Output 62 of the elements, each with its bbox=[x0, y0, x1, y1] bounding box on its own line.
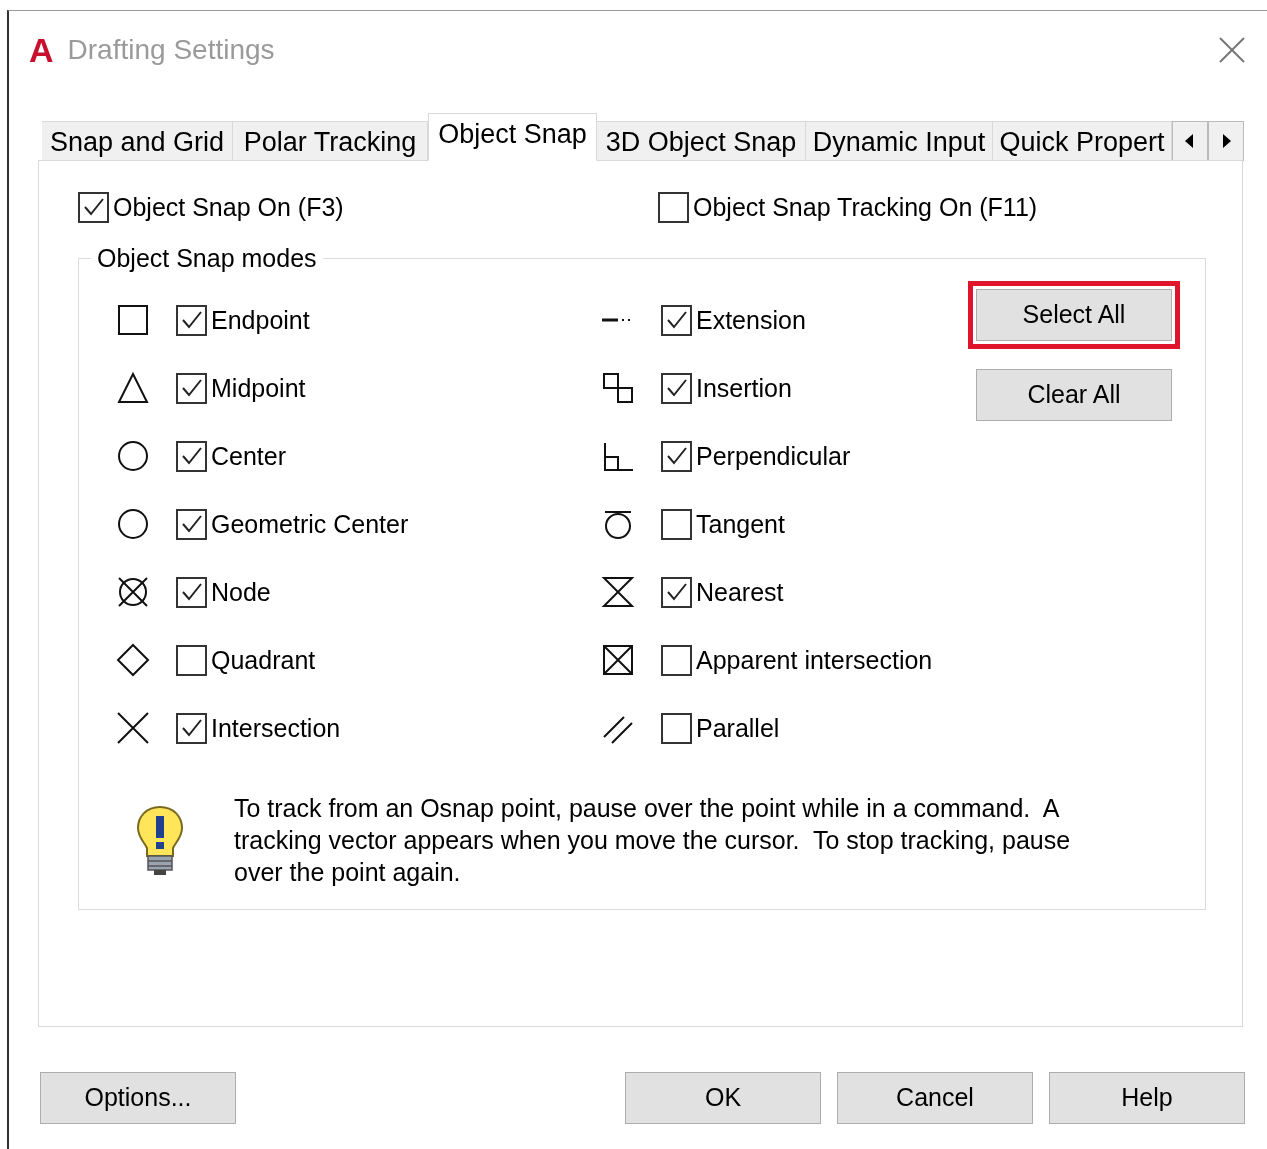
tab[interactable]: Snap and Grid bbox=[42, 121, 233, 161]
action-button[interactable]: Clear All bbox=[976, 369, 1172, 421]
checkbox-label[interactable]: Parallel bbox=[696, 712, 780, 744]
checkbox-label[interactable]: Node bbox=[211, 576, 271, 608]
checkbox[interactable] bbox=[661, 712, 692, 744]
lightbulb-icon bbox=[134, 804, 186, 876]
dialog-button[interactable]: OK bbox=[625, 1072, 821, 1124]
checkbox[interactable] bbox=[78, 191, 109, 223]
action-button[interactable]: Select All bbox=[976, 289, 1172, 341]
checkbox[interactable] bbox=[658, 191, 689, 223]
hint-text: To track from an Osnap point, pause over the point while in a command. A tracking vector appears when you move the cursor. To stop tracking, pause over the point again. bbox=[234, 793, 1072, 888]
dialog-button[interactable]: Options... bbox=[40, 1072, 236, 1124]
scroll-right-icon[interactable] bbox=[1208, 121, 1244, 161]
dialog-button[interactable]: Help bbox=[1049, 1072, 1245, 1124]
diamond-marker-icon bbox=[116, 643, 150, 677]
close-icon[interactable] bbox=[1219, 36, 1245, 63]
circled-x-marker-icon bbox=[116, 575, 150, 609]
app-logo: A bbox=[29, 32, 54, 67]
tab[interactable]: Dynamic Input bbox=[806, 121, 993, 161]
tab[interactable]: Polar Tracking bbox=[233, 121, 428, 161]
checkbox[interactable] bbox=[176, 372, 207, 404]
tab[interactable]: 3D Object Snap bbox=[597, 121, 806, 161]
x-marker-icon bbox=[116, 711, 150, 745]
dialog-button[interactable]: Cancel bbox=[837, 1072, 1033, 1124]
checkbox[interactable] bbox=[176, 712, 207, 744]
checkbox-label[interactable]: Apparent intersection bbox=[696, 644, 933, 676]
checkbox-label[interactable]: Intersection bbox=[211, 712, 341, 744]
circle-marker-icon bbox=[116, 507, 150, 541]
checkbox[interactable] bbox=[661, 644, 692, 676]
checkbox[interactable] bbox=[176, 576, 207, 608]
checkbox-label[interactable]: Object Snap On (F3) bbox=[113, 191, 344, 223]
checkbox[interactable] bbox=[661, 372, 692, 404]
checkbox[interactable] bbox=[661, 576, 692, 608]
checkbox-label[interactable]: Extension bbox=[696, 304, 806, 336]
checkbox-label[interactable]: Quadrant bbox=[211, 644, 316, 676]
scroll-left-icon[interactable] bbox=[1172, 121, 1208, 161]
checkbox-label[interactable]: Center bbox=[211, 440, 287, 472]
square-marker-icon bbox=[116, 303, 150, 337]
insertion-marker-icon bbox=[601, 371, 635, 405]
checkbox[interactable] bbox=[661, 440, 692, 472]
checkbox[interactable] bbox=[661, 304, 692, 336]
checkbox[interactable] bbox=[176, 644, 207, 676]
checkbox[interactable] bbox=[176, 304, 207, 336]
checkbox-label[interactable]: Perpendicular bbox=[696, 440, 851, 472]
boxed-x-marker-icon bbox=[601, 643, 635, 677]
dash-dot-marker-icon bbox=[601, 317, 631, 323]
checkbox[interactable] bbox=[176, 508, 207, 540]
checkbox[interactable] bbox=[661, 508, 692, 540]
triangle-marker-icon bbox=[116, 371, 150, 405]
checkbox-label[interactable]: Nearest bbox=[696, 576, 784, 608]
checkbox-label[interactable]: Geometric Center bbox=[211, 508, 409, 540]
checkbox-label[interactable]: Object Snap Tracking On (F11) bbox=[693, 191, 1038, 223]
checkbox-label[interactable]: Tangent bbox=[696, 508, 785, 540]
checkbox-label[interactable]: Midpoint bbox=[211, 372, 306, 404]
checkbox-label[interactable]: Insertion bbox=[696, 372, 792, 404]
checkbox[interactable] bbox=[176, 440, 207, 472]
tab[interactable]: Quick Propert bbox=[993, 121, 1172, 161]
hourglass-marker-icon bbox=[601, 575, 635, 609]
tab[interactable]: Object Snap bbox=[428, 113, 597, 161]
checkbox-label[interactable]: Endpoint bbox=[211, 304, 310, 336]
window-title: Drafting Settings bbox=[67, 32, 275, 67]
circle-marker-icon bbox=[116, 439, 150, 473]
